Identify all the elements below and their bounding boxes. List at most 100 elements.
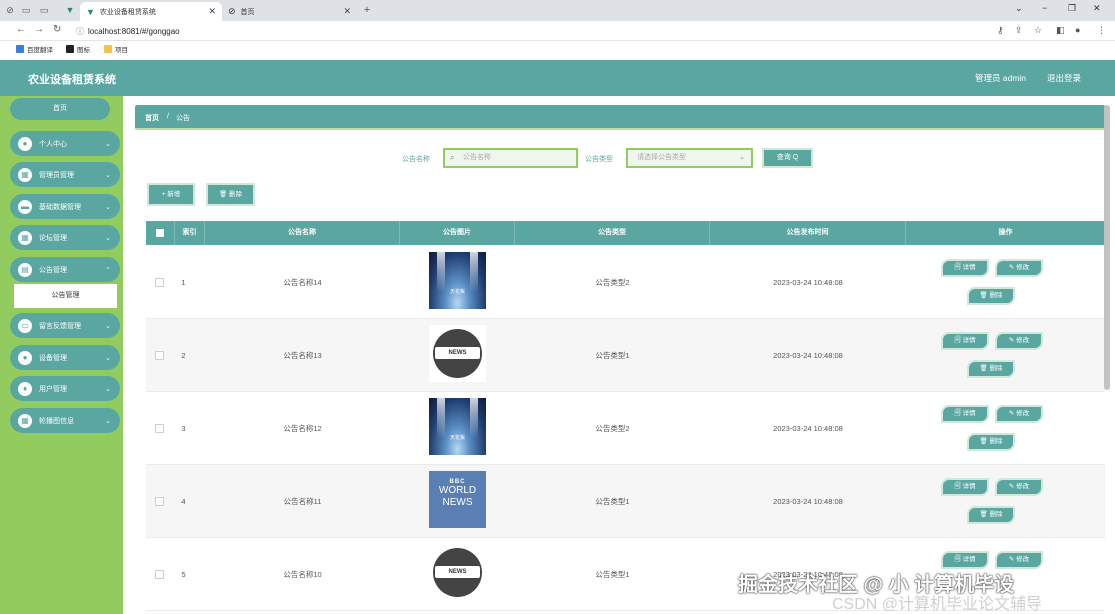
row-delete-button[interactable]: 🗑 删除: [967, 433, 1015, 451]
close-icon[interactable]: ✕: [343, 6, 351, 17]
row-checkbox[interactable]: [155, 351, 164, 360]
tab-placeholder-icon[interactable]: ▭: [20, 5, 32, 16]
sidebar-item-carousel[interactable]: ▦ 轮播图信息 ⌄: [10, 408, 120, 433]
delete-button[interactable]: 🗑 删除: [206, 183, 255, 206]
edit-button[interactable]: ✎ 修改: [995, 551, 1043, 569]
row-delete-button[interactable]: 🗑 删除: [967, 360, 1015, 378]
cell-index: 2: [181, 351, 186, 360]
new-tab-icon[interactable]: +: [361, 5, 373, 16]
row-checkbox[interactable]: [155, 278, 164, 287]
row-checkbox[interactable]: [155, 424, 164, 433]
detail-button[interactable]: 🗐 详情: [941, 478, 989, 496]
logout-link[interactable]: 退出登录: [1047, 72, 1081, 84]
cell-type: 公告类型2: [595, 424, 630, 433]
chrome-icon[interactable]: ⊘: [4, 5, 16, 16]
search-icon: ⌕: [450, 153, 455, 162]
close-icon[interactable]: ✕: [208, 6, 216, 17]
sidebar-item-announcement[interactable]: ▤ 公告管理 ⌃: [10, 257, 120, 282]
bookmark-translate[interactable]: 百度翻译: [16, 44, 53, 54]
sidebar-item-equipment[interactable]: ● 设备管理 ⌄: [10, 345, 120, 370]
page-scrollbar[interactable]: [1104, 105, 1110, 390]
tab-placeholder-icon[interactable]: ▭: [38, 5, 50, 16]
sidebar-item-users[interactable]: ♦ 用户管理 ⌄: [10, 376, 120, 401]
sidebar-subitem-announcement-management[interactable]: 公告管理: [14, 284, 117, 308]
address-bar: ← → ↻ ⓘ localhost:8081/#/gonggao ⚷ ⇪ ☆ ◧ …: [0, 21, 1115, 41]
cell-name: 公告名称12: [283, 424, 322, 433]
chevron-down-icon: ⌄: [105, 171, 111, 179]
detail-button[interactable]: 🗐 详情: [941, 332, 989, 350]
sidebar-item-label: 设备管理: [39, 354, 67, 362]
image-caption: WORLD: [438, 485, 477, 496]
search-name-input[interactable]: ⌕ 公告名称: [443, 148, 578, 168]
key-icon[interactable]: ⚷: [997, 25, 1004, 36]
star-icon[interactable]: ☆: [1034, 25, 1042, 36]
row-delete-button[interactable]: 🗑 删除: [967, 287, 1015, 305]
add-button[interactable]: + 新增: [147, 183, 195, 206]
edit-button[interactable]: ✎ 修改: [995, 478, 1043, 496]
query-button[interactable]: 查询 Q: [762, 148, 813, 168]
cell-name: 公告名称10: [283, 570, 322, 579]
sidebar-item-home[interactable]: 首页: [10, 98, 110, 120]
folder-icon: [104, 45, 112, 53]
chevron-down-icon: ⌄: [105, 417, 111, 425]
edit-button[interactable]: ✎ 修改: [995, 332, 1043, 350]
watermark-text-secondary: CSDN @计算机毕业论文辅导: [832, 596, 1043, 613]
url-field[interactable]: ⓘ localhost:8081/#/gonggao: [76, 26, 180, 37]
share-icon[interactable]: ⇪: [1015, 25, 1023, 36]
forward-icon[interactable]: →: [34, 24, 44, 35]
edit-button[interactable]: ✎ 修改: [995, 259, 1043, 277]
chevron-down-icon[interactable]: ⌄: [1015, 3, 1023, 14]
sidebar: 首页 ● 个人中心 ⌄ ▦ 管理员管理 ⌄ ▬ 基础数据管理 ⌄ ▦ 论坛管理 …: [0, 96, 123, 614]
user-icon: ●: [18, 136, 32, 151]
select-all-cell[interactable]: [146, 221, 175, 245]
chevron-down-icon: ⌄: [739, 154, 745, 161]
button-label: 删除: [989, 292, 1003, 299]
bookmarks-bar: 百度翻译 图标 项目: [0, 41, 1115, 58]
close-window-icon[interactable]: ✕: [1093, 3, 1101, 14]
tab-active[interactable]: ▼ 农业设备租赁系统 ✕: [80, 2, 222, 21]
minimize-icon[interactable]: −: [1042, 3, 1047, 13]
tab-title: 农业设备租赁系统: [99, 8, 156, 16]
select-all-checkbox[interactable]: [156, 229, 164, 237]
breadcrumb-separator: /: [167, 113, 169, 120]
cell-time: 2023-03-24 10:48:08: [773, 424, 843, 433]
sidepanel-icon[interactable]: ◧: [1056, 25, 1065, 36]
cell-time: 2023-03-24 10:48:08: [773, 278, 843, 287]
cell-type: 公告类型1: [595, 351, 630, 360]
profile-icon[interactable]: ●: [1075, 25, 1080, 35]
chevron-down-icon: ⌄: [105, 140, 111, 148]
image-caption: NEWS: [442, 497, 473, 508]
button-label: 详情: [962, 337, 976, 344]
search-type-select[interactable]: 请选择公告类型 ⌄: [626, 148, 753, 168]
row-checkbox[interactable]: [155, 497, 164, 506]
image-caption: 天花板: [449, 289, 465, 295]
user-icon: ●: [18, 350, 32, 365]
detail-button[interactable]: 🗐 详情: [941, 551, 989, 569]
detail-button[interactable]: 🗐 详情: [941, 259, 989, 277]
bookmark-projects[interactable]: 项目: [104, 44, 128, 54]
icon-site-icon: [66, 45, 74, 53]
sidebar-item-forum[interactable]: ▦ 论坛管理 ⌄: [10, 225, 120, 250]
th-operations: 操作: [998, 229, 1013, 236]
detail-button[interactable]: 🗐 详情: [941, 405, 989, 423]
announcement-image: NEWS: [429, 544, 486, 601]
bookmark-label: 图标: [77, 47, 90, 54]
table-row: 1 公告名称14 天花板 公告类型2 2023-03-24 10:48:08 🗐…: [146, 246, 1105, 319]
row-delete-button[interactable]: 🗑 删除: [967, 506, 1015, 524]
edit-button[interactable]: ✎ 修改: [995, 405, 1043, 423]
row-checkbox[interactable]: [155, 570, 164, 579]
grid-icon: ▦: [18, 413, 32, 428]
sidebar-item-basic-data[interactable]: ▬ 基础数据管理 ⌄: [10, 194, 120, 219]
sidebar-item-feedback[interactable]: ▭ 留言反馈管理 ⌄: [10, 313, 120, 338]
back-icon[interactable]: ←: [16, 24, 26, 35]
button-label: 详情: [962, 556, 976, 563]
sidebar-item-admin-management[interactable]: ▦ 管理员管理 ⌄: [10, 162, 120, 187]
chevron-up-icon: ⌃: [105, 266, 111, 274]
menu-icon[interactable]: ⋮: [1097, 25, 1106, 36]
restore-icon[interactable]: ❐: [1068, 3, 1076, 14]
reload-icon[interactable]: ↻: [53, 24, 61, 35]
tab-home[interactable]: ⊘ 首页 ✕: [222, 2, 357, 21]
bookmark-icons[interactable]: 图标: [66, 44, 90, 54]
breadcrumb-home[interactable]: 首页: [145, 113, 159, 123]
sidebar-item-personal-center[interactable]: ● 个人中心 ⌄: [10, 131, 120, 156]
